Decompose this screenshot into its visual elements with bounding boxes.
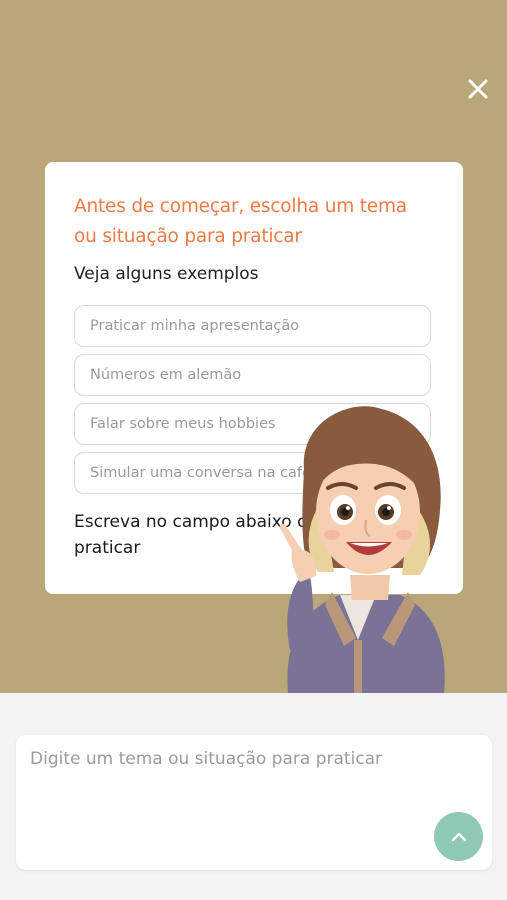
chevron-up-icon [451, 832, 466, 841]
close-icon [468, 79, 488, 99]
example-option-2[interactable]: Números em alemão [74, 354, 431, 396]
send-button[interactable] [434, 812, 483, 861]
modal-title: Antes de começar, escolha um tema ou sit… [74, 196, 407, 247]
topic-input[interactable] [16, 735, 492, 870]
example-option-1[interactable]: Praticar minha apresentação [74, 305, 431, 347]
modal-overlay: Antes de começar, escolha um tema ou sit… [0, 0, 507, 693]
composer [16, 735, 492, 870]
close-button[interactable] [463, 74, 493, 104]
assistant-avatar [279, 406, 445, 693]
examples-heading: Veja alguns exemplos [74, 264, 259, 284]
